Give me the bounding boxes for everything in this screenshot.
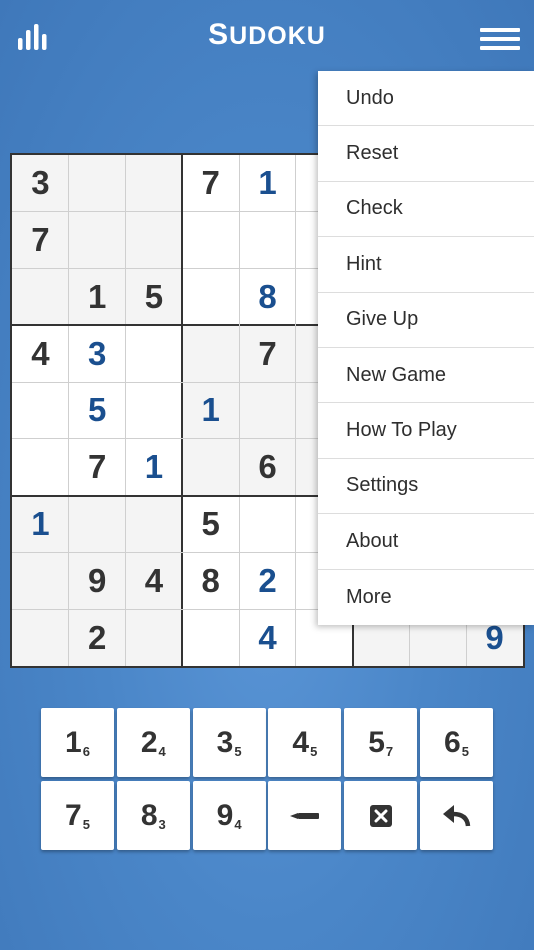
key-digit: 7 [65, 798, 82, 832]
grid-cell[interactable] [182, 212, 239, 269]
app-title: SUDOKU [0, 18, 534, 52]
grid-cell[interactable]: 2 [69, 609, 126, 666]
key-remaining-count: 5 [461, 744, 469, 759]
menu-item-new-game[interactable]: New Game [318, 348, 534, 404]
grid-cell[interactable] [182, 609, 239, 666]
key-digit: 9 [216, 798, 234, 832]
grid-cell[interactable]: 6 [239, 439, 296, 496]
menu-item-undo[interactable]: Undo [318, 71, 534, 127]
menu-item-about[interactable]: About [318, 514, 534, 570]
grid-cell[interactable] [12, 269, 69, 326]
grid-cell[interactable] [182, 325, 239, 382]
grid-cell[interactable]: 8 [239, 269, 296, 326]
key-digit: 3 [216, 725, 234, 759]
key-remaining-count: 4 [234, 817, 242, 832]
menu-item-hint[interactable]: Hint [318, 237, 534, 293]
grid-cell[interactable]: 7 [182, 155, 239, 212]
grid-cell[interactable]: 5 [126, 269, 183, 326]
grid-cell[interactable]: 1 [12, 496, 69, 553]
key-remaining-count: 5 [234, 744, 242, 759]
grid-cell[interactable] [182, 439, 239, 496]
grid-cell[interactable]: 1 [69, 269, 126, 326]
grid-cell[interactable]: 4 [126, 552, 183, 609]
grid-cell[interactable]: 7 [12, 212, 69, 269]
key-remaining-count: 5 [82, 817, 90, 832]
key-9[interactable]: 94 [192, 781, 266, 850]
menu-item-more[interactable]: More [318, 570, 534, 625]
pencil-icon [289, 810, 320, 822]
grid-cell[interactable] [12, 552, 69, 609]
grid-cell[interactable] [69, 496, 126, 553]
grid-cell[interactable] [126, 212, 183, 269]
grid-cell[interactable] [126, 609, 183, 666]
grid-cell[interactable]: 3 [69, 325, 126, 382]
grid-cell[interactable] [12, 382, 69, 439]
grid-cell[interactable]: 5 [69, 382, 126, 439]
title-initial: S [208, 18, 230, 51]
pencil-button[interactable] [268, 781, 342, 850]
key-digit: 8 [140, 798, 158, 832]
key-remaining-count: 5 [310, 744, 318, 759]
key-remaining-count: 6 [82, 744, 90, 759]
grid-cell[interactable] [12, 439, 69, 496]
grid-cell[interactable]: 9 [69, 552, 126, 609]
key-digit: 4 [292, 725, 310, 759]
grid-cell[interactable] [69, 212, 126, 269]
grid-cell[interactable] [239, 382, 296, 439]
key-remaining-count: 3 [158, 817, 166, 832]
grid-cell[interactable] [12, 609, 69, 666]
dropdown-menu: Undo Reset Check Hint Give Up New Game How To … [318, 71, 534, 625]
menu-item-settings[interactable]: Settings [318, 459, 534, 515]
menu-item-check[interactable]: Check [318, 182, 534, 238]
grid-cell[interactable] [69, 155, 126, 212]
grid-cell[interactable]: 5 [182, 496, 239, 553]
grid-cell[interactable] [126, 496, 183, 553]
erase-button[interactable] [344, 781, 418, 850]
key-7[interactable]: 75 [41, 781, 114, 850]
grid-cell[interactable]: 1 [182, 382, 239, 439]
number-keypad: 162435455765758394 [41, 708, 493, 852]
grid-cell[interactable]: 1 [126, 439, 183, 496]
erase-icon [369, 804, 392, 827]
grid-cell[interactable]: 2 [239, 552, 296, 609]
undo-arrow-button[interactable] [420, 781, 493, 850]
undo-arrow-icon [442, 804, 471, 827]
key-6[interactable]: 65 [420, 708, 493, 777]
grid-cell[interactable]: 3 [12, 155, 69, 212]
top-bar: SUDOKU [0, 0, 534, 80]
title-rest: UDOKU [229, 22, 326, 50]
menu-item-how-to-play[interactable]: How To Play [318, 403, 534, 459]
key-digit: 5 [368, 725, 385, 759]
grid-cell[interactable]: 8 [182, 552, 239, 609]
grid-cell[interactable] [126, 325, 183, 382]
key-3[interactable]: 35 [192, 708, 266, 777]
key-8[interactable]: 83 [116, 781, 190, 850]
menu-item-reset[interactable]: Reset [318, 126, 534, 182]
grid-cell[interactable]: 7 [239, 325, 296, 382]
key-digit: 1 [65, 725, 82, 759]
grid-cell[interactable] [126, 382, 183, 439]
grid-cell[interactable]: 4 [239, 609, 296, 666]
key-4[interactable]: 45 [268, 708, 342, 777]
key-digit: 2 [140, 725, 158, 759]
menu-item-give-up[interactable]: Give Up [318, 293, 534, 348]
grid-cell[interactable] [239, 212, 296, 269]
grid-cell[interactable]: 1 [239, 155, 296, 212]
hamburger-menu-icon[interactable] [480, 28, 520, 50]
key-2[interactable]: 24 [116, 708, 190, 777]
grid-cell[interactable] [126, 155, 183, 212]
grid-cell[interactable]: 4 [12, 325, 69, 382]
key-remaining-count: 7 [385, 744, 394, 759]
key-5[interactable]: 57 [344, 708, 418, 777]
key-remaining-count: 4 [158, 744, 166, 759]
grid-cell[interactable] [182, 269, 239, 326]
grid-cell[interactable] [239, 496, 296, 553]
grid-cell[interactable]: 7 [69, 439, 126, 496]
key-1[interactable]: 16 [41, 708, 114, 777]
key-digit: 6 [444, 725, 461, 759]
